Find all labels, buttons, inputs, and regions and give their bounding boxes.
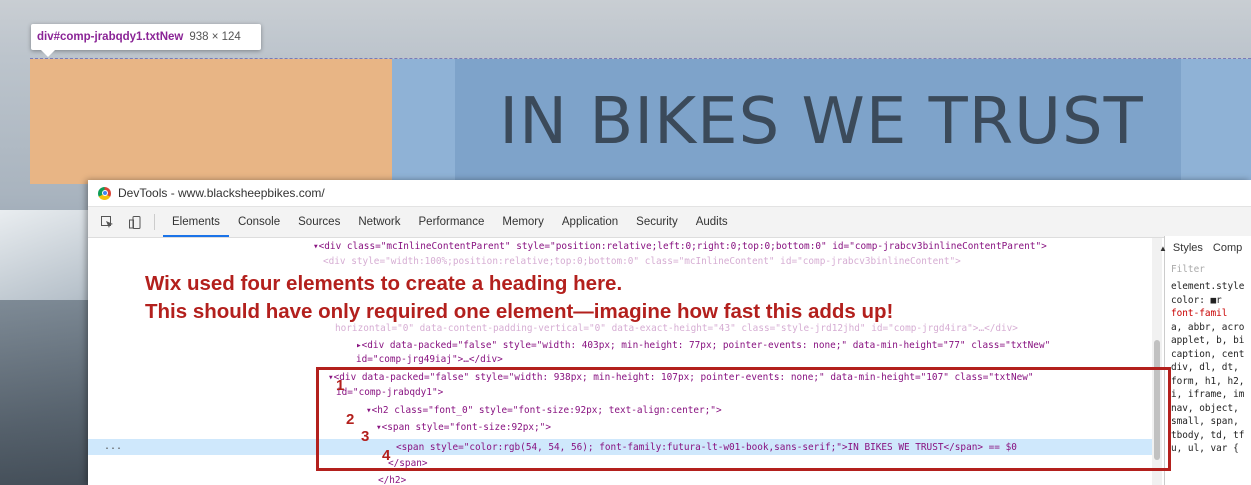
annotation-line-2: This should have only required one eleme…: [145, 300, 894, 323]
inspector-guide-line: [30, 58, 1251, 59]
style-rule-line: u, ul, var {: [1171, 443, 1239, 454]
node-ellipsis[interactable]: ...: [104, 441, 122, 452]
annotation-number-1: 1: [336, 377, 345, 394]
style-rule-line: small, span,: [1171, 416, 1239, 427]
styles-panel-tabs: ▲ Styles Comp: [1159, 236, 1251, 260]
tooltip-selector: div#comp-jrabqdy1.txtNew: [37, 31, 184, 43]
tooltip-size: 938 × 124: [189, 31, 241, 43]
chrome-icon: [98, 186, 111, 200]
scroll-up-icon[interactable]: ▲: [1159, 244, 1167, 253]
tab-sources[interactable]: Sources: [289, 207, 349, 237]
style-rule-line: font-famil: [1171, 308, 1228, 319]
tab-styles[interactable]: Styles: [1173, 242, 1203, 254]
tree-line[interactable]: ▾<div class="mcInlineContentParent" styl…: [313, 241, 1047, 252]
annotation-number-2: 2: [346, 411, 355, 428]
style-rule-line: color: ■r: [1171, 294, 1222, 306]
style-rule-line: a, abbr, acro: [1171, 321, 1245, 333]
tab-performance[interactable]: Performance: [410, 207, 494, 237]
devtools-title: DevTools - www.blacksheepbikes.com/: [118, 186, 325, 200]
annotation-red-box: [316, 367, 1171, 471]
tab-memory[interactable]: Memory: [493, 207, 553, 237]
styles-panel: ▲ Styles Comp Filter element.style color…: [1159, 236, 1251, 485]
style-rule-line: element.style: [1171, 281, 1245, 292]
annotation-number-4: 4: [382, 447, 391, 464]
inspect-element-icon[interactable]: [98, 213, 116, 231]
tree-line-close-h2[interactable]: </h2>: [378, 475, 406, 485]
devtools-toolbar: Elements Console Sources Network Perform…: [88, 207, 1251, 238]
tree-line[interactable]: <div style="width:100%;position:relative…: [323, 256, 961, 267]
tooltip-arrow: [41, 50, 55, 57]
annotation-text: Wix used four elements to create a headi…: [145, 270, 893, 326]
tab-computed[interactable]: Comp: [1213, 242, 1242, 254]
tab-elements[interactable]: Elements: [163, 207, 229, 237]
inspector-tooltip: div#comp-jrabqdy1.txtNew 938 × 124: [31, 24, 261, 57]
style-rule-line: i, iframe, im: [1171, 389, 1245, 400]
style-rule-line: applet, b, bi: [1171, 335, 1245, 346]
tab-audits[interactable]: Audits: [687, 207, 737, 237]
page-heading: IN BIKES WE TRUST: [499, 85, 1144, 159]
style-rule-line: div, dl, dt,: [1171, 362, 1239, 373]
element-margin-highlight: [30, 59, 392, 184]
tab-network[interactable]: Network: [349, 207, 409, 237]
tab-application[interactable]: Application: [553, 207, 627, 237]
tree-line[interactable]: ▸<div data-packed="false" style="width: …: [356, 340, 1050, 351]
annotation-number-3: 3: [361, 428, 370, 445]
style-rule-line: nav, object,: [1171, 402, 1239, 414]
tab-console[interactable]: Console: [229, 207, 289, 237]
style-rule-line: form, h1, h2,: [1171, 375, 1245, 387]
devtools-titlebar: DevTools - www.blacksheepbikes.com/: [88, 180, 1251, 207]
tree-line[interactable]: id="comp-jrg49iaj">…</div>: [356, 354, 503, 365]
style-rule-line: caption, cent: [1171, 348, 1245, 360]
toolbar-separator: [154, 214, 155, 230]
device-toolbar-icon[interactable]: [126, 213, 144, 231]
tab-security[interactable]: Security: [627, 207, 687, 237]
annotation-line-1: Wix used four elements to create a headi…: [145, 272, 623, 295]
styles-filter-input[interactable]: Filter: [1165, 260, 1251, 280]
style-rule-line: tbody, td, tf: [1171, 429, 1245, 441]
